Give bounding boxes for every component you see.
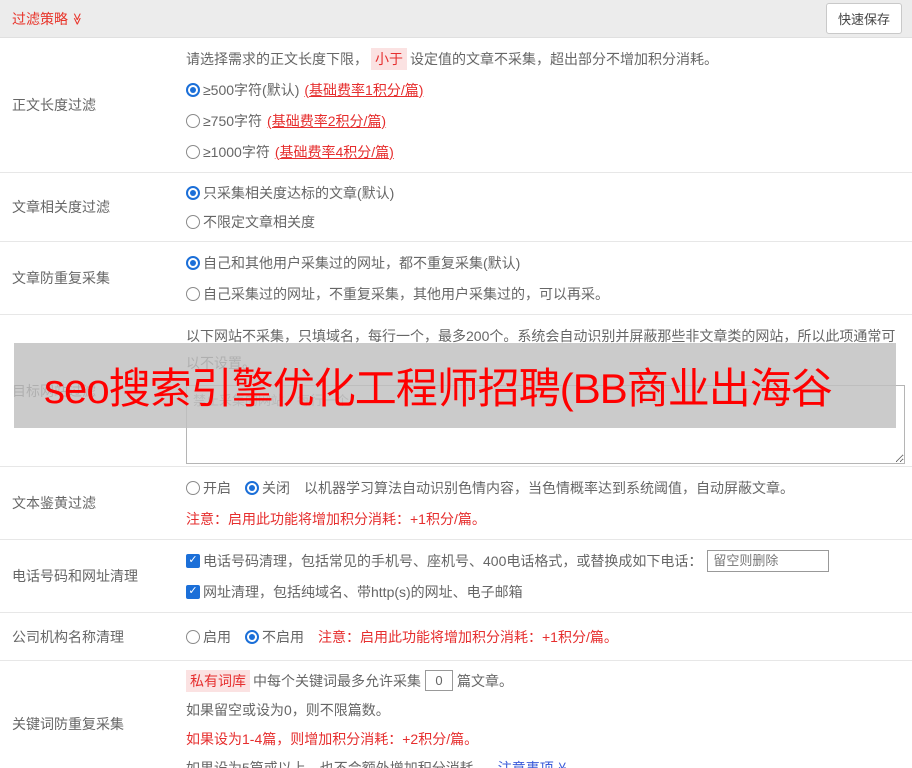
replacement-phone-input[interactable] (707, 549, 830, 572)
section-content: 启用 不启用 注意：启用此功能将增加积分消耗：+1积分/篇。 (186, 613, 912, 660)
watermark-overlay: seo搜索引擎优化工程师招聘(BB商业出海谷 (14, 343, 896, 428)
filter-strategy-page: 过滤策略 ≫ 快速保存 正文长度过滤 请选择需求的正文长度下限， 小于 设定值的… (0, 0, 912, 768)
radio-icon[interactable] (186, 185, 200, 200)
checkbox-checked-icon[interactable]: ✓ (186, 584, 200, 599)
section-label: 文章防重复采集 (12, 270, 110, 286)
section-label: 文章相关度过滤 (12, 199, 110, 215)
radio-icon[interactable] (186, 82, 200, 97)
company-option-off[interactable]: 不启用 (245, 627, 304, 647)
checkbox-checked-icon[interactable]: ✓ (186, 553, 200, 568)
section-label: 电话号码和网址清理 (12, 568, 138, 584)
section-content: 开启 关闭 以机器学习算法自动识别色情内容，当色情概率达到系统阈值，自动屏蔽文章… (186, 467, 912, 539)
porn-options-line: 开启 关闭 以机器学习算法自动识别色情内容，当色情概率达到系统阈值，自动屏蔽文章… (186, 472, 904, 503)
cost-note: (基础费率2积分/篇) (267, 112, 387, 129)
section-dedup: 文章防重复采集 自己和其他用户采集过的网址，都不重复采集(默认) 自己采集过的网… (0, 242, 912, 315)
chevron-down-icon: ≫ (70, 12, 85, 25)
keyword-note-cost: 如果设为1-4篇，则增加积分消耗：+2积分/篇。 (186, 730, 479, 747)
topbar: 过滤策略 ≫ 快速保存 (0, 0, 912, 38)
chevron-down-icon: ≫ (555, 761, 570, 768)
quick-save-button[interactable]: 快速保存 (825, 3, 902, 34)
radio-icon[interactable] (186, 629, 200, 644)
section-content: 私有词库 中每个关键词最多允许采集 篇文章。 如果留空或设为0，则不限篇数。 如… (186, 661, 912, 768)
radio-icon[interactable] (186, 255, 200, 270)
section-keyword-dedup: 关键词防重复采集 私有词库 中每个关键词最多允许采集 篇文章。 如果留空或设为0… (0, 661, 912, 768)
section-porn-filter: 文本鉴黄过滤 开启 关闭 以机器学习算法自动识别色情内容，当色情概率达到系统阈值… (0, 467, 912, 540)
dedup-option-self-only[interactable]: 自己采集过的网址，不重复采集，其他用户采集过的，可以再采。 (186, 278, 904, 309)
radio-icon[interactable] (245, 480, 259, 495)
radio-icon[interactable] (186, 113, 200, 128)
length-option-750[interactable]: ≥750字符 (基础费率2积分/篇) (186, 105, 904, 136)
section-phone-url-cleanup: 电话号码和网址清理 ✓ 电话号码清理，包括常见的手机号、座机号、400电话格式，… (0, 540, 912, 613)
keyword-limit-input[interactable] (425, 670, 453, 691)
keyword-limit-line: 私有词库 中每个关键词最多允许采集 篇文章。 (186, 666, 904, 695)
section-label: 关键词防重复采集 (12, 716, 124, 732)
section-content: 自己和其他用户采集过的网址，都不重复采集(默认) 自己采集过的网址，不重复采集，… (186, 242, 912, 314)
porn-option-on[interactable]: 开启 (186, 478, 231, 498)
keyword-note-five: 如果设为5篇或以上，也不会额外增加积分消耗。 注意事项 ≫ (186, 753, 904, 768)
section-content: 只采集相关度达标的文章(默认) 不限定文章相关度 (186, 173, 912, 241)
radio-icon[interactable] (245, 629, 259, 644)
section-label: 文本鉴黄过滤 (12, 495, 96, 511)
company-option-on[interactable]: 启用 (186, 627, 231, 647)
section-company-cleanup: 公司机构名称清理 启用 不启用 注意：启用此功能将增加积分消耗：+1积分/篇。 (0, 613, 912, 661)
relevance-option-any[interactable]: 不限定文章相关度 (186, 207, 904, 236)
cost-note: (基础费率4积分/篇) (274, 143, 394, 160)
porn-warning: 注意：启用此功能将增加积分消耗：+1积分/篇。 (186, 510, 486, 527)
notes-link[interactable]: 注意事项 ≫ (498, 758, 569, 768)
section-label: 正文长度过滤 (12, 97, 96, 113)
section-content: 请选择需求的正文长度下限， 小于 设定值的文章不采集，超出部分不增加积分消耗。 … (186, 38, 912, 172)
radio-icon[interactable] (186, 144, 200, 159)
radio-icon[interactable] (186, 286, 200, 301)
radio-icon[interactable] (186, 480, 200, 495)
watermark-text: seo搜索引擎优化工程师招聘(BB商业出海谷 (44, 365, 833, 412)
url-cleanup-line: ✓ 网址清理，包括纯域名、带http(s)的网址、电子邮箱 (186, 576, 904, 607)
relevance-option-strict[interactable]: 只采集相关度达标的文章(默认) (186, 178, 904, 207)
keyword-note-zero: 如果留空或设为0，则不限篇数。 (186, 701, 390, 718)
page-title-toggle[interactable]: 过滤策略 ≫ (12, 9, 84, 29)
radio-icon[interactable] (186, 214, 200, 229)
highlight-less-than: 小于 (371, 47, 407, 70)
company-options-line: 启用 不启用 注意：启用此功能将增加积分消耗：+1积分/篇。 (186, 621, 904, 652)
company-warning: 注意：启用此功能将增加积分消耗：+1积分/篇。 (318, 628, 618, 645)
length-option-1000[interactable]: ≥1000字符 (基础费率4积分/篇) (186, 136, 904, 167)
section-content: ✓ 电话号码清理，包括常见的手机号、座机号、400电话格式，或替换成如下电话： … (186, 540, 912, 612)
length-intro: 请选择需求的正文长度下限， 小于 设定值的文章不采集，超出部分不增加积分消耗。 (186, 43, 904, 74)
page-title: 过滤策略 (12, 10, 68, 27)
cost-note: (基础费率1积分/篇) (304, 81, 424, 98)
phone-cleanup-line: ✓ 电话号码清理，包括常见的手机号、座机号、400电话格式，或替换成如下电话： (186, 545, 904, 576)
length-option-500[interactable]: ≥500字符(默认) (基础费率1积分/篇) (186, 74, 904, 105)
dedup-option-all-users[interactable]: 自己和其他用户采集过的网址，都不重复采集(默认) (186, 247, 904, 278)
section-label: 公司机构名称清理 (12, 628, 124, 645)
section-relevance: 文章相关度过滤 只采集相关度达标的文章(默认) 不限定文章相关度 (0, 173, 912, 242)
highlight-private-lexicon: 私有词库 (186, 669, 250, 692)
porn-description: 以机器学习算法自动识别色情内容，当色情概率达到系统阈值，自动屏蔽文章。 (304, 479, 794, 496)
porn-option-off[interactable]: 关闭 (245, 478, 290, 498)
section-content-length: 正文长度过滤 请选择需求的正文长度下限， 小于 设定值的文章不采集，超出部分不增… (0, 38, 912, 173)
